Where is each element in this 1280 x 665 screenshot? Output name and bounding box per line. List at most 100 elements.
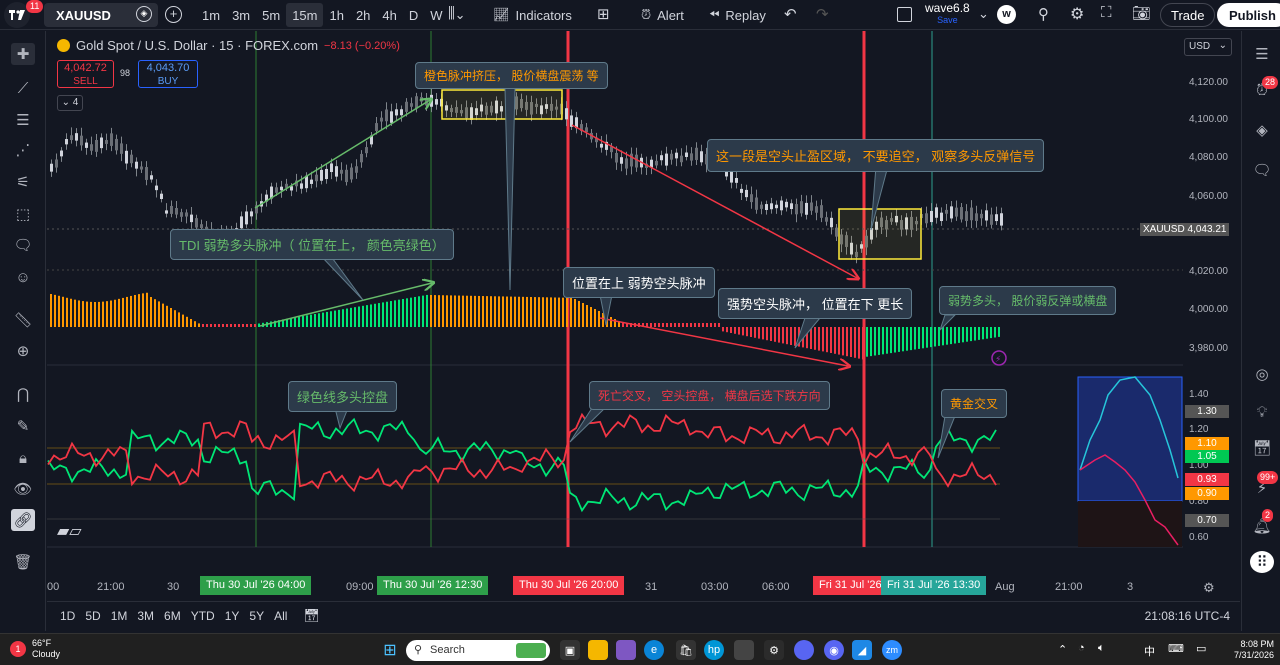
utc-clock[interactable]: 21:08:16 UTC-4 <box>1145 609 1230 623</box>
indicators-button[interactable]: 📈︎ Indicators <box>487 3 578 27</box>
interval-4h[interactable]: 4h <box>376 3 402 27</box>
range-1d[interactable]: 1D <box>55 609 80 623</box>
app-icon[interactable] <box>794 640 814 660</box>
quick-search-icon[interactable]: ⚲ <box>1038 5 1049 23</box>
interval-15m[interactable]: 15m <box>286 3 324 27</box>
annotation-green-line-bull[interactable]: 绿色线多头控盘 <box>288 381 398 412</box>
range-5y[interactable]: 5Y <box>244 609 269 623</box>
range-6m[interactable]: 6M <box>159 609 186 623</box>
app-icon[interactable]: ⚙ <box>764 640 784 660</box>
trendline-icon[interactable]: ⟋ <box>11 77 35 99</box>
ime-icon[interactable]: ⌨ <box>1168 642 1184 655</box>
copilot-icon[interactable] <box>616 640 636 660</box>
lock-icon[interactable]: 🔒︎ <box>11 447 35 469</box>
taskbar-search[interactable]: ⚲ Search <box>406 640 550 661</box>
apps-grid-icon[interactable]: ⠿ <box>1250 551 1274 573</box>
legend-title[interactable]: Gold Spot / U.S. Dollar · 15 · FOREX.com <box>76 38 318 53</box>
prediction-icon[interactable]: ⚟ <box>11 171 35 193</box>
publish-button[interactable]: Publish <box>1217 3 1280 27</box>
battery-icon[interactable]: ▭ <box>1196 642 1206 655</box>
zoom-icon[interactable]: zm <box>882 640 902 660</box>
chat-icon[interactable]: 🗨︎ <box>1250 159 1274 181</box>
watchlist-icon[interactable]: ☰ <box>1250 43 1274 65</box>
tray-chevron-icon[interactable]: ⌃ <box>1058 643 1067 656</box>
redo-icon[interactable]: ↷ <box>816 5 829 23</box>
link-icon[interactable]: 🔗︎ <box>11 509 35 531</box>
tradingview-taskbar-icon[interactable]: ◢ <box>852 640 872 660</box>
layout-name-button[interactable]: wave6.8 Save <box>925 2 970 26</box>
interval-d[interactable]: D <box>403 3 424 27</box>
hp-icon[interactable]: hp <box>704 640 724 660</box>
candle-style-icon[interactable]: ⫼ <box>448 5 455 22</box>
avatar[interactable]: w <box>997 5 1016 24</box>
alert-button[interactable]: ⏰︎ Alert <box>635 3 690 27</box>
layers-icon[interactable]: ◈ <box>1250 119 1274 141</box>
calendar-icon[interactable]: 📅︎ <box>1250 437 1274 459</box>
patterns-icon[interactable]: ⋰ <box>11 139 35 161</box>
layout-dropdown-icon[interactable]: ⌄ <box>978 6 989 22</box>
geometric-shapes-icon[interactable]: ⬚ <box>11 203 35 225</box>
interval-3m[interactable]: 3m <box>226 3 256 27</box>
annotation-weak-bear-pulse[interactable]: 位置在上 弱势空头脉冲 <box>563 267 715 298</box>
system-clock[interactable]: 8:08 PM 7/31/2026 <box>1224 639 1274 661</box>
fullscreen-square-icon[interactable] <box>897 7 912 22</box>
symbol-search-button[interactable]: XAUUSD ◈ <box>44 3 158 27</box>
axis-settings-icon[interactable]: ⚙ <box>1203 580 1215 596</box>
annotation-text-icon[interactable]: 🗨︎ <box>11 234 35 256</box>
interval-2h[interactable]: 2h <box>350 3 376 27</box>
magnet-icon[interactable]: ⋂ <box>11 383 35 405</box>
ruler-icon[interactable]: 📏︎ <box>11 309 35 331</box>
store-icon[interactable]: 🛍︎ <box>676 640 696 660</box>
stay-in-drawing-icon[interactable]: ✎ <box>11 415 35 437</box>
annotation-short-profit-zone[interactable]: 这一段是空头止盈区域， 不要追空， 观察多头反弹信号 <box>707 139 1045 172</box>
annotation-weak-bull-rebound[interactable]: 弱势多头， 股价弱反弹或横盘 <box>939 286 1117 315</box>
settings-gear-icon[interactable]: ⚙ <box>1070 4 1084 24</box>
range-1y[interactable]: 1Y <box>220 609 245 623</box>
task-view-icon[interactable]: ▣ <box>560 640 580 660</box>
time-axis[interactable]: 00 21:00 30 Thu 30 Jul '26 04:00 09:00 T… <box>47 575 1183 597</box>
emoji-icon[interactable]: ☺ <box>11 266 35 288</box>
compare-icon[interactable]: ◈ <box>136 6 152 22</box>
input-language[interactable]: 中 <box>1144 643 1155 659</box>
undo-icon[interactable]: ↶ <box>784 5 797 23</box>
trash-icon[interactable]: 🗑︎ <box>11 551 35 573</box>
annotation-weak-bull-pulse[interactable]: TDI 弱势多头脉冲（ 位置在上， 颜色亮绿色） <box>170 229 454 260</box>
replay-button[interactable]: ⏪︎ Replay <box>703 3 772 27</box>
annotation-orange-squeeze[interactable]: 橙色脉冲挤压， 股价横盘震荡 等 <box>415 62 608 89</box>
add-symbol-icon[interactable]: + <box>165 6 182 23</box>
volume-icon[interactable]: 🔈︎ <box>1098 642 1105 655</box>
indicators-collapse-button[interactable]: ⌄ 4 <box>57 95 83 111</box>
range-all[interactable]: All <box>269 609 292 623</box>
app-icon[interactable] <box>734 640 754 660</box>
camera-icon[interactable]: 📷︎ <box>1132 4 1151 22</box>
annotation-golden-cross[interactable]: 黄金交叉 <box>941 389 1008 418</box>
sell-button[interactable]: 4,042.72 SELL <box>57 60 114 88</box>
crosshair-icon[interactable]: ✚ <box>11 43 35 65</box>
edge-icon[interactable]: e <box>644 640 664 660</box>
range-1m[interactable]: 1M <box>106 609 133 623</box>
file-explorer-icon[interactable] <box>588 640 608 660</box>
ideas-icon[interactable]: 💡︎ <box>1250 401 1274 423</box>
fullscreen-icon[interactable]: ⛶ <box>1101 4 1112 21</box>
interval-1h[interactable]: 1h <box>323 3 349 27</box>
templates-icon[interactable]: ⊞ <box>597 5 610 23</box>
wifi-icon[interactable]: ◔ <box>1078 642 1085 654</box>
discord-icon[interactable]: ◉ <box>824 640 844 660</box>
fib-retracement-icon[interactable]: ☰ <box>11 109 35 131</box>
interval-5m[interactable]: 5m <box>256 3 286 27</box>
annotation-death-cross[interactable]: 死亡交叉， 空头控盘， 横盘后选下跌方向 <box>589 381 830 410</box>
range-5d[interactable]: 5D <box>80 609 105 623</box>
annotation-strong-bear-pulse[interactable]: 强势空头脉冲， 位置在下 更长 <box>718 288 913 319</box>
weather-widget[interactable]: 66°F Cloudy <box>32 638 60 660</box>
interval-1m[interactable]: 1m <box>196 3 226 27</box>
trade-button[interactable]: Trade <box>1160 3 1216 27</box>
buy-button[interactable]: 4,043.70 BUY <box>138 60 198 88</box>
currency-selector[interactable]: USD ⌄ <box>1184 38 1232 56</box>
price-chart[interactable]: ⚡ ▰▱ <box>47 31 1240 601</box>
target-icon[interactable]: ◎ <box>1250 363 1274 385</box>
windows-start-icon[interactable]: ⊞ <box>380 640 400 660</box>
range-3m[interactable]: 3M <box>132 609 159 623</box>
interval-w[interactable]: W <box>424 3 448 27</box>
zoom-in-icon[interactable]: ⊕ <box>11 340 35 362</box>
date-range-icon[interactable]: 📅︎ <box>298 608 325 624</box>
